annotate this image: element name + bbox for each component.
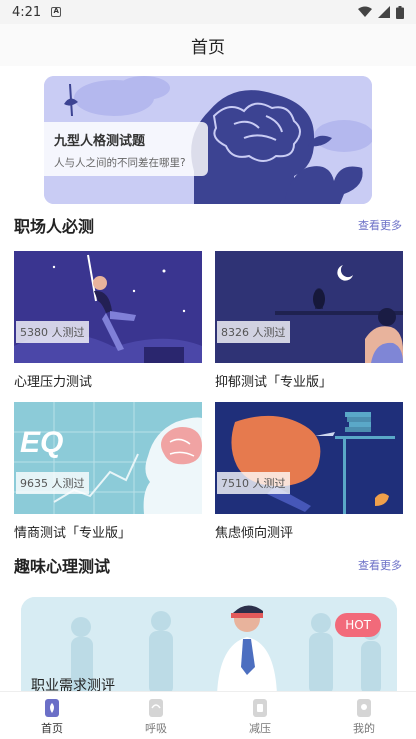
test-card-depression[interactable]: 8326 人测过 抑郁测试「专业版」 xyxy=(215,251,403,390)
nav-home[interactable]: 首页 xyxy=(0,692,104,739)
card-image: 5380 人测过 xyxy=(14,251,202,363)
test-card-eq[interactable]: EQ 9635 人测过 情商测试「专业版」 xyxy=(14,402,202,541)
test-card-stress[interactable]: 5380 人测过 心理压力测试 xyxy=(14,251,202,390)
banner-enneagram[interactable]: 九型人格测试题 人与人之间的不同差在哪里? xyxy=(44,76,372,204)
banner-text-card: 九型人格测试题 人与人之间的不同差在哪里? xyxy=(44,122,208,176)
breath-icon xyxy=(149,698,163,717)
nav-relax[interactable]: 减压 xyxy=(208,692,312,739)
svg-text:EQ: EQ xyxy=(20,426,63,459)
page-title: 首页 xyxy=(191,37,225,58)
signal-icon xyxy=(378,6,390,18)
wifi-icon xyxy=(358,6,372,17)
banner-subtitle: 人与人之间的不同差在哪里? xyxy=(54,157,186,169)
card-title: 抑郁测试「专业版」 xyxy=(215,375,333,390)
view-more-link[interactable]: 查看更多 xyxy=(358,217,402,233)
banner-title: 九型人格测试题 xyxy=(54,134,146,149)
notification-icon: A xyxy=(51,7,62,17)
profile-icon xyxy=(357,698,371,717)
nav-label: 首页 xyxy=(41,721,63,735)
nav-label: 减压 xyxy=(249,721,271,735)
nav-label: 我的 xyxy=(353,721,375,735)
nav-profile[interactable]: 我的 xyxy=(312,692,416,739)
nav-breath[interactable]: 呼吸 xyxy=(104,692,208,739)
card-title: 心理压力测试 xyxy=(14,375,93,390)
section-header-workplace: 职场人必测 查看更多 xyxy=(14,212,402,238)
participant-count: 7510 人测过 xyxy=(217,472,290,494)
participant-count: 8326 人测过 xyxy=(217,321,290,343)
section-title: 趣味心理测试 xyxy=(14,557,111,576)
bottom-nav: 首页 呼吸 减压 我的 xyxy=(0,691,416,739)
card-title: 情商测试「专业版」 xyxy=(14,526,132,541)
card-image: 7510 人测过 xyxy=(215,402,403,514)
relax-icon xyxy=(253,698,267,717)
hot-badge: HOT xyxy=(335,613,381,637)
participant-count: 5380 人测过 xyxy=(16,321,89,343)
card-image: 8326 人测过 xyxy=(215,251,403,363)
section-title: 职场人必测 xyxy=(14,217,95,236)
test-card-anxiety[interactable]: 7510 人测过 焦虑倾向测评 xyxy=(215,402,403,541)
nav-label: 呼吸 xyxy=(145,721,167,735)
battery-icon xyxy=(396,5,404,19)
status-bar: 4:21 A xyxy=(0,0,416,24)
section-header-fun: 趣味心理测试 查看更多 xyxy=(14,552,402,578)
top-bar: 首页 xyxy=(0,24,416,66)
card-image: EQ 9635 人测过 xyxy=(14,402,202,514)
participant-count: 9635 人测过 xyxy=(16,472,89,494)
home-icon xyxy=(45,698,59,717)
status-icons xyxy=(358,5,404,19)
card-title: 焦虑倾向测评 xyxy=(215,526,294,541)
promo-card-career[interactable]: HOT 职业需求测评 xyxy=(21,597,397,695)
view-more-link[interactable]: 查看更多 xyxy=(358,557,402,573)
status-time: 4:21 xyxy=(12,4,42,20)
